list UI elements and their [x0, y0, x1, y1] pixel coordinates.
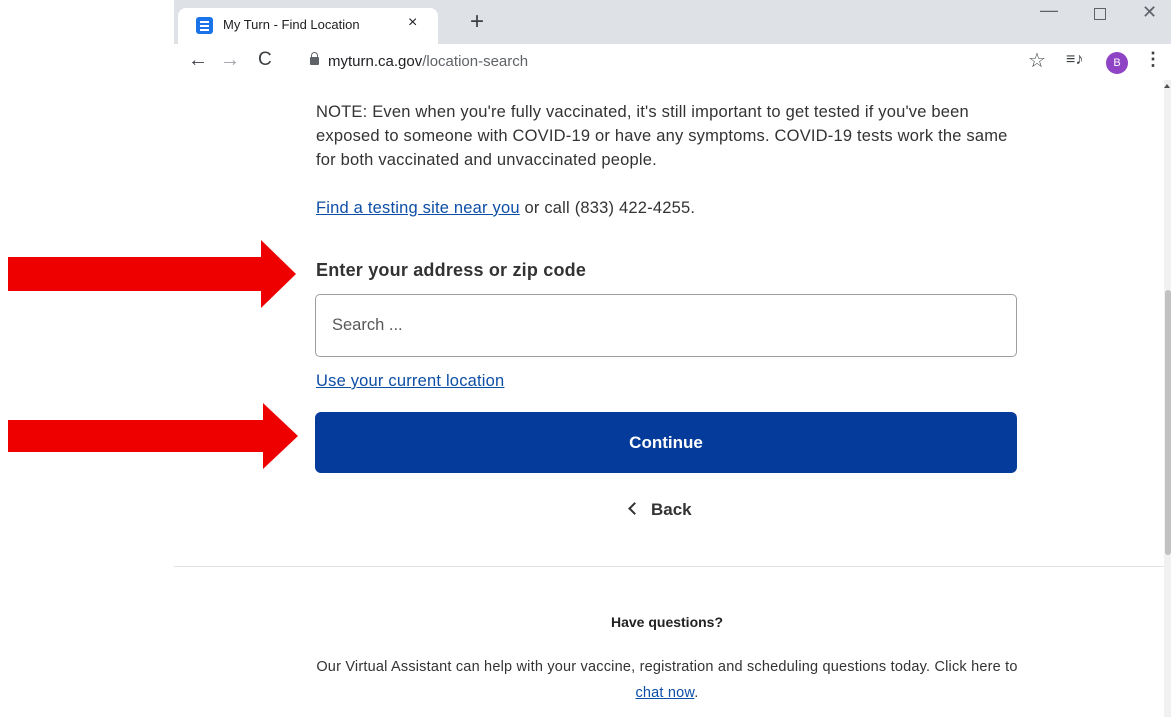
browser-tab[interactable]: My Turn - Find Location ×: [178, 8, 438, 44]
vaccination-note: NOTE: Even when you're fully vaccinated,…: [316, 103, 1008, 169]
annotation-arrow-address: [8, 240, 296, 308]
browser-chrome: My Turn - Find Location × + — ✕ ← → C my…: [174, 0, 1171, 80]
forward-arrow-icon[interactable]: →: [220, 49, 240, 72]
find-testing-site-link[interactable]: Find a testing site near you: [316, 199, 520, 217]
address-bar[interactable]: myturn.ca.gov/location-search: [294, 47, 1054, 77]
url-path: /location-search: [422, 53, 529, 70]
back-label: Back: [651, 500, 692, 519]
tab-strip: My Turn - Find Location × + — ✕: [174, 0, 1171, 44]
phone-text: or call (833) 422-4255.: [519, 199, 696, 217]
assistant-copy: Our Virtual Assistant can help with your…: [316, 659, 1018, 675]
minimize-icon[interactable]: —: [1040, 0, 1058, 21]
address-label: Enter your address or zip code: [316, 260, 587, 280]
annotation-arrow-continue: [8, 403, 298, 469]
document-icon: [196, 17, 213, 34]
new-tab-icon[interactable]: +: [470, 10, 484, 34]
use-current-location-link[interactable]: Use your current location: [316, 372, 504, 391]
footer-divider: [174, 566, 1164, 567]
back-arrow-icon[interactable]: ←: [188, 49, 208, 72]
url-host: myturn.ca.gov: [328, 53, 423, 70]
media-control-icon[interactable]: ≡♪: [1066, 51, 1083, 69]
url-text[interactable]: myturn.ca.gov/location-search: [328, 53, 528, 70]
assistant-text: Our Virtual Assistant can help with your…: [316, 654, 1018, 706]
scroll-up-icon[interactable]: [1164, 84, 1170, 88]
chat-now-link[interactable]: chat now: [635, 685, 694, 701]
tab-title: My Turn - Find Location: [223, 17, 360, 32]
tab-close-icon[interactable]: ×: [408, 14, 417, 32]
address-search-input[interactable]: [315, 294, 1017, 357]
profile-avatar[interactable]: B: [1106, 52, 1128, 74]
testing-site-line: Find a testing site near you or call (83…: [316, 199, 695, 218]
window-close-icon[interactable]: ✕: [1142, 2, 1157, 23]
reload-icon[interactable]: C: [258, 49, 272, 71]
continue-button[interactable]: Continue: [315, 412, 1017, 473]
menu-kebab-icon[interactable]: ⋮: [1144, 49, 1162, 70]
questions-heading: Have questions?: [610, 614, 724, 630]
chevron-left-icon: [628, 502, 641, 515]
scrollbar-thumb[interactable]: [1165, 290, 1171, 555]
back-button[interactable]: Back: [628, 500, 692, 520]
browser-toolbar: ← → C myturn.ca.gov/location-search ☆ ≡♪…: [174, 44, 1171, 80]
page: My Turn - Find Location × + — ✕ ← → C my…: [0, 0, 1171, 717]
lock-icon[interactable]: [310, 52, 319, 65]
bookmark-star-icon[interactable]: ☆: [1028, 48, 1046, 73]
maximize-icon[interactable]: [1094, 8, 1106, 20]
assistant-suffix: .: [694, 685, 699, 701]
